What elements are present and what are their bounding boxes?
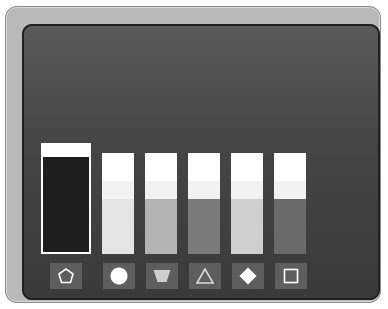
- ink-level-screen: [22, 24, 380, 300]
- ink-bar-triangle[interactable]: [188, 153, 220, 254]
- ink-bar-fill: [43, 157, 89, 252]
- ink-bar-empty: [43, 145, 89, 157]
- ink-bar-fill: [231, 199, 263, 254]
- ink-bar-square[interactable]: [274, 153, 306, 254]
- trapezoid-icon: [153, 270, 171, 282]
- ink-bar-trapezoid[interactable]: [145, 153, 177, 254]
- cartridge-button-trapezoid[interactable]: [146, 263, 178, 289]
- ink-bar-empty: [145, 153, 177, 181]
- circle-icon: [110, 267, 128, 285]
- ink-bar-circle[interactable]: [102, 153, 134, 254]
- ink-bar-empty: [231, 153, 263, 181]
- cartridge-button-triangle[interactable]: [189, 263, 221, 289]
- cartridge-button-diamond[interactable]: [232, 263, 264, 289]
- ink-bar-empty: [274, 153, 306, 181]
- diamond-icon: [239, 267, 257, 285]
- ink-bar-pentagon[interactable]: [41, 143, 91, 254]
- triangle-icon: [195, 267, 215, 284]
- cartridge-button-circle[interactable]: [103, 263, 135, 289]
- square-icon: [283, 268, 299, 284]
- ink-bar-diamond[interactable]: [231, 153, 263, 254]
- ink-bar-fill: [102, 199, 134, 254]
- ink-bar-fill: [188, 199, 220, 254]
- pentagon-icon: [58, 268, 74, 284]
- ink-bar-fill: [145, 199, 177, 254]
- ink-bar-empty: [102, 153, 134, 181]
- cartridge-button-square[interactable]: [275, 263, 307, 289]
- device-bezel: [5, 6, 381, 303]
- cartridge-button-pentagon[interactable]: [50, 263, 82, 289]
- ink-bar-empty: [188, 153, 220, 181]
- ink-bar-fill: [274, 199, 306, 254]
